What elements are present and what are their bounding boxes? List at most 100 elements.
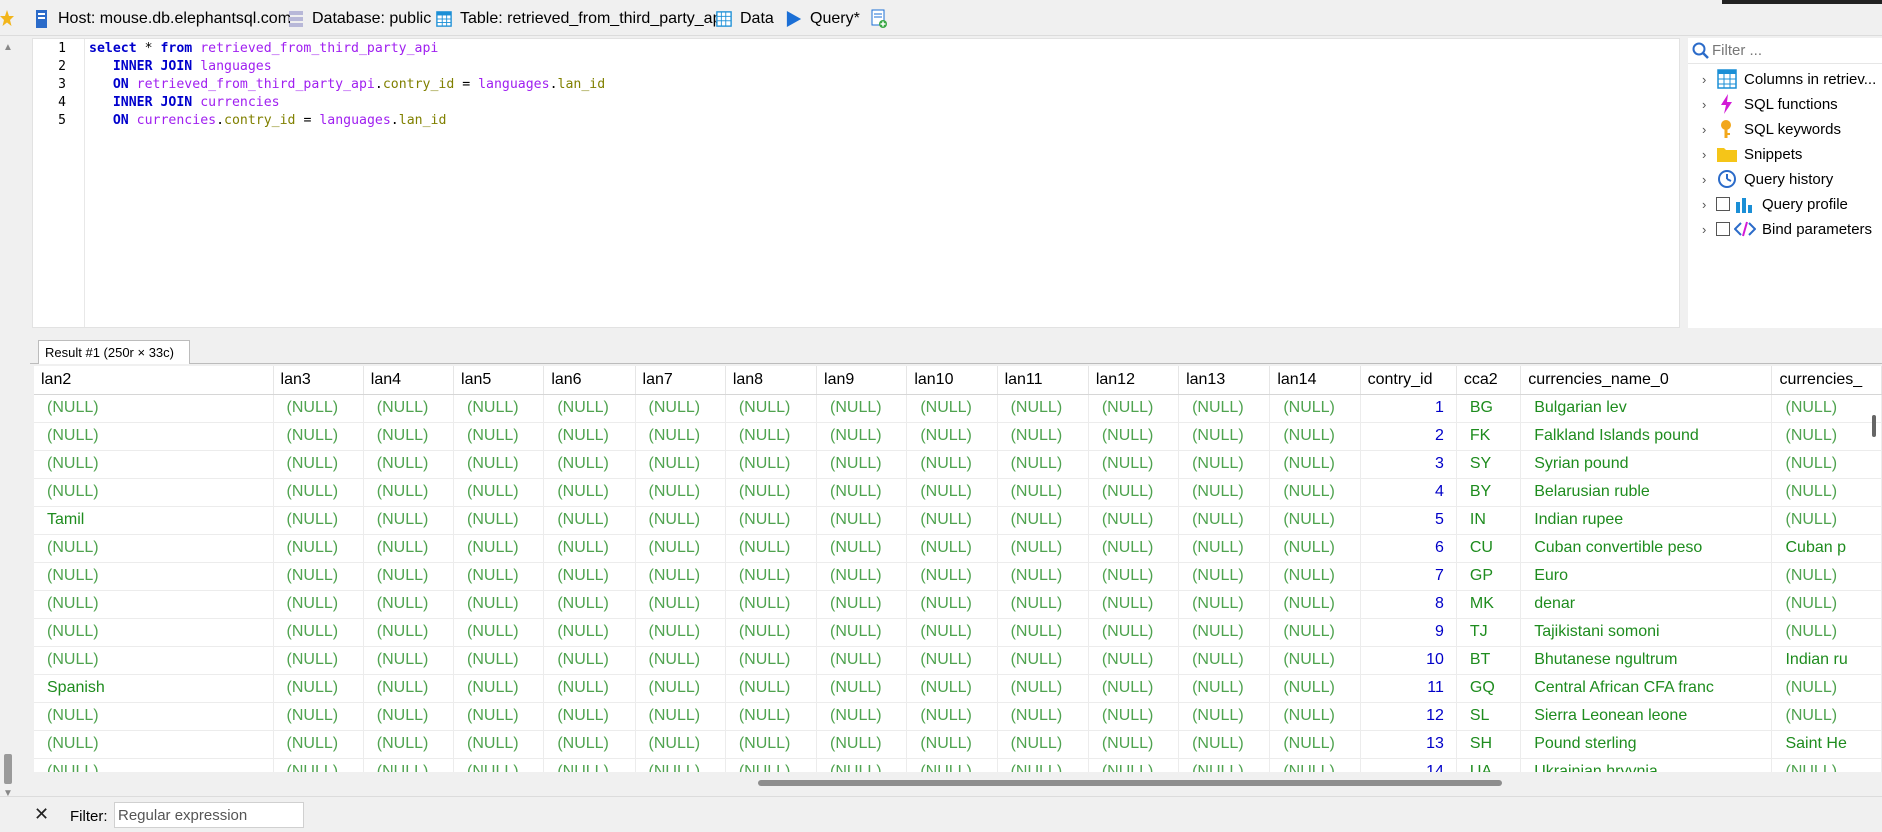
table-cell[interactable]: (NULL) [816,730,908,759]
tab-data[interactable]: Data [716,6,774,32]
table-cell[interactable]: (NULL) [453,478,545,507]
table-cell[interactable]: (NULL) [1771,422,1882,451]
table-cell[interactable]: (NULL) [725,422,818,451]
table-cell[interactable]: (NULL) [725,394,818,423]
table-cell[interactable]: (NULL) [725,562,818,591]
table-row[interactable]: (NULL) (NULL) (NULL) (NULL) (NULL) (NULL) (NUL… [34,702,1882,731]
table-row[interactable]: (NULL) (NULL) (NULL) (NULL) (NULL) (NULL) (NUL… [34,618,1882,647]
column-header-lan11[interactable]: lan11 [997,366,1089,395]
table-cell[interactable]: (NULL) [1771,506,1882,535]
table-cell[interactable]: 6 [1360,534,1457,563]
table-cell[interactable]: (NULL) [816,674,908,703]
table-row[interactable]: (NULL) (NULL) (NULL) (NULL) (NULL) (NULL) (NUL… [34,758,1882,772]
table-cell[interactable]: FK [1456,422,1522,451]
table-cell[interactable]: (NULL) [906,758,998,772]
column-header-cca2[interactable]: cca2 [1456,366,1522,395]
table-cell[interactable]: (NULL) [1269,702,1361,731]
table-cell[interactable]: (NULL) [453,674,545,703]
table-cell[interactable]: (NULL) [543,422,636,451]
table-cell[interactable]: (NULL) [1771,674,1882,703]
table-cell[interactable]: GQ [1456,674,1522,703]
column-header-lan10[interactable]: lan10 [906,366,998,395]
table-cell[interactable]: (NULL) [816,506,908,535]
table-cell[interactable]: BG [1456,394,1522,423]
table-cell[interactable]: (NULL) [1178,478,1271,507]
table-cell[interactable]: (NULL) [635,646,726,675]
table-cell[interactable]: (NULL) [906,702,998,731]
table-cell[interactable]: (NULL) [363,758,455,772]
column-header-lan8[interactable]: lan8 [725,366,818,395]
table-cell[interactable]: (NULL) [1269,534,1361,563]
table-cell[interactable]: (NULL) [635,534,726,563]
table-row[interactable]: (NULL) (NULL) (NULL) (NULL) (NULL) (NULL) (NUL… [34,590,1882,619]
table-cell[interactable]: (NULL) [363,422,455,451]
table-cell[interactable]: (NULL) [635,702,726,731]
table-cell[interactable]: IN [1456,506,1522,535]
table-cell[interactable]: (NULL) [1178,506,1271,535]
table-cell[interactable]: (NULL) [997,478,1089,507]
table-cell[interactable]: 7 [1360,562,1457,591]
table-cell[interactable]: (NULL) [1088,590,1180,619]
table-cell[interactable]: (NULL) [363,702,455,731]
table-cell[interactable]: SL [1456,702,1522,731]
chevron-right-icon[interactable]: › [1702,72,1716,87]
table-cell[interactable]: (NULL) [906,674,998,703]
table-cell[interactable]: (NULL) [34,758,274,772]
table-cell[interactable]: (NULL) [816,394,908,423]
table-cell[interactable]: (NULL) [273,506,364,535]
table-cell[interactable]: (NULL) [543,562,636,591]
table-cell[interactable]: Indian rupee [1520,506,1773,535]
table-cell[interactable]: MK [1456,590,1522,619]
table-cell[interactable]: (NULL) [997,590,1089,619]
table-cell[interactable]: (NULL) [453,758,545,772]
column-header-lan9[interactable]: lan9 [816,366,908,395]
table-cell[interactable]: 4 [1360,478,1457,507]
column-header-lan12[interactable]: lan12 [1088,366,1180,395]
table-cell[interactable]: (NULL) [273,730,364,759]
grid-horizontal-scroll-thumb[interactable] [758,780,1502,786]
table-cell[interactable]: (NULL) [635,394,726,423]
table-row[interactable]: Spanish (NULL) (NULL) (NULL) (NULL) (NULL) (NU… [34,674,1882,703]
helper-item-columns[interactable]: › Columns in retriev... [1702,68,1876,90]
chevron-right-icon[interactable]: › [1702,147,1716,162]
table-cell[interactable]: (NULL) [1269,506,1361,535]
column-header-lan2[interactable]: lan2 [34,366,274,395]
table-cell[interactable]: (NULL) [816,450,908,479]
table-cell[interactable]: (NULL) [453,646,545,675]
table-row[interactable]: (NULL) (NULL) (NULL) (NULL) (NULL) (NULL) (NUL… [34,730,1882,759]
helper-item-query-history[interactable]: › Query history [1702,168,1833,190]
table-cell[interactable]: Indian ru [1771,646,1882,675]
table-cell[interactable]: (NULL) [543,702,636,731]
table-cell[interactable]: (NULL) [906,450,998,479]
table-cell[interactable]: (NULL) [725,478,818,507]
table-cell[interactable]: (NULL) [363,534,455,563]
table-cell[interactable]: (NULL) [543,674,636,703]
table-cell[interactable]: (NULL) [273,758,364,772]
table-cell[interactable]: (NULL) [273,590,364,619]
bind-parameters-checkbox[interactable] [1716,222,1730,236]
table-cell[interactable]: UA [1456,758,1522,772]
table-cell[interactable]: (NULL) [1771,758,1882,772]
table-cell[interactable]: (NULL) [34,394,274,423]
column-header-contry-id[interactable]: contry_id [1360,366,1457,395]
grid-vertical-scroll-thumb[interactable] [1872,415,1876,437]
table-cell[interactable]: (NULL) [453,506,545,535]
table-cell[interactable]: Syrian pound [1520,450,1773,479]
query-profile-checkbox[interactable] [1716,197,1730,211]
column-header-lan5[interactable]: lan5 [453,366,545,395]
table-cell[interactable]: (NULL) [543,506,636,535]
table-cell[interactable]: (NULL) [453,534,545,563]
table-cell[interactable]: (NULL) [1269,674,1361,703]
table-row[interactable]: (NULL) (NULL) (NULL) (NULL) (NULL) (NULL) (NUL… [34,646,1882,675]
helper-item-sql-functions[interactable]: › SQL functions [1702,93,1838,115]
table-cell[interactable]: (NULL) [273,450,364,479]
table-cell[interactable]: 1 [1360,394,1457,423]
table-cell[interactable]: SY [1456,450,1522,479]
table-cell[interactable]: (NULL) [363,562,455,591]
table-cell[interactable]: 11 [1360,674,1457,703]
table-cell[interactable]: (NULL) [453,702,545,731]
table-cell[interactable]: (NULL) [273,394,364,423]
table-cell[interactable]: (NULL) [1771,394,1882,423]
column-header-lan6[interactable]: lan6 [543,366,636,395]
table-cell[interactable]: (NULL) [363,450,455,479]
